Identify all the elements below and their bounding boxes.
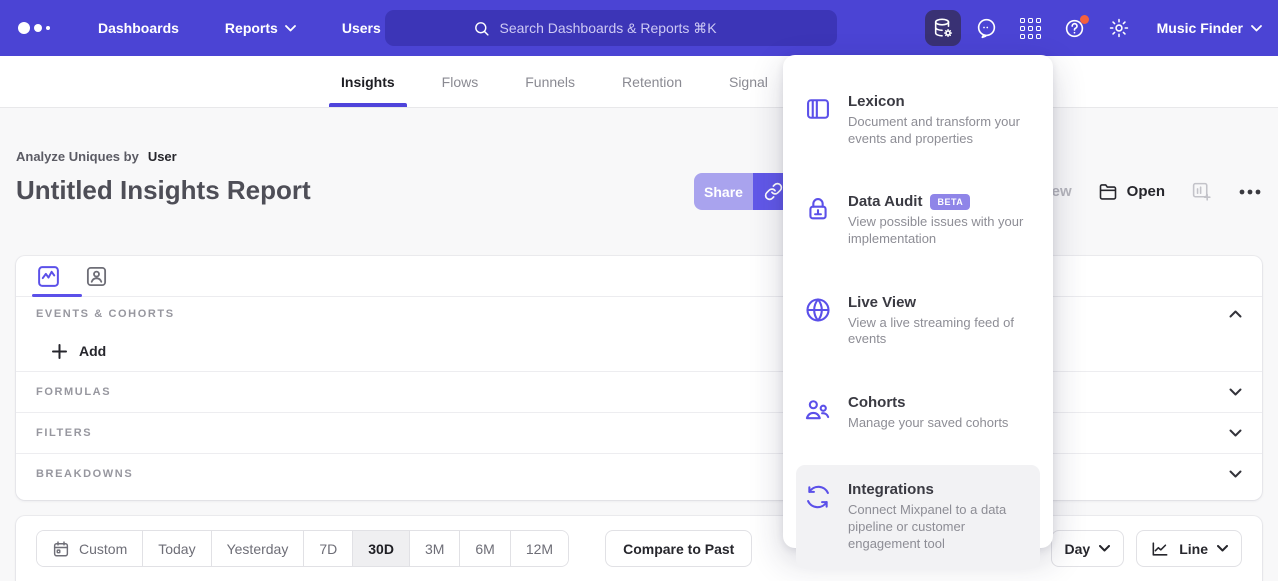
settings-gear-icon[interactable] (1101, 10, 1137, 46)
query-builder-card: EVENTS & COHORTS Add FORMULAS FILTERS BR… (16, 256, 1262, 500)
range-7d[interactable]: 7D (304, 531, 353, 566)
line-chart-icon (1150, 539, 1170, 559)
apps-grid-icon[interactable] (1013, 10, 1049, 46)
open-report-button[interactable]: Open (1098, 182, 1165, 202)
menu-item-cohorts[interactable]: Cohorts Manage your saved cohorts (783, 382, 1053, 444)
help-icon[interactable] (1057, 10, 1093, 46)
project-switcher[interactable]: Music Finder (1157, 20, 1262, 36)
range-30d[interactable]: 30D (353, 531, 410, 566)
share-split-button: Share (694, 173, 793, 210)
plus-icon (52, 344, 67, 359)
chart-type-selector[interactable]: Line (1136, 530, 1242, 567)
data-management-menu: Lexicon Document and transform your even… (783, 55, 1053, 548)
chevron-down-icon (1229, 388, 1242, 396)
feedback-icon[interactable] (969, 10, 1005, 46)
report-tabbar: Insights Flows Funnels Retention Signal … (0, 56, 1278, 108)
tab-signal[interactable]: Signal (729, 56, 768, 107)
navbar-right-group: Music Finder (925, 0, 1262, 56)
tab-flows[interactable]: Flows (442, 56, 479, 107)
report-actions: New Open (1041, 173, 1262, 210)
global-search[interactable] (385, 10, 837, 46)
share-button[interactable]: Share (694, 173, 753, 210)
report-subtitle: Analyze Uniques by User (16, 149, 177, 164)
beta-badge: BETA (930, 194, 970, 210)
nav-users[interactable]: Users (342, 20, 381, 36)
section-formulas[interactable]: FORMULAS (16, 371, 1262, 412)
chevron-down-icon (285, 25, 296, 32)
cohorts-icon (804, 394, 832, 432)
top-navbar: Dashboards Reports Users (0, 0, 1278, 56)
compare-to-past-button[interactable]: Compare to Past (605, 530, 752, 567)
analysis-entity-selector[interactable]: User (148, 149, 177, 164)
chevron-down-icon (1229, 470, 1242, 478)
range-yesterday[interactable]: Yesterday (212, 531, 305, 566)
chevron-down-icon (1229, 429, 1242, 437)
calendar-icon (52, 540, 70, 558)
subtitle-prefix: Analyze Uniques by (16, 149, 139, 164)
date-range-segmented-control: Custom Today Yesterday 7D 30D 3M 6M 12M (36, 530, 569, 567)
search-input[interactable] (500, 20, 750, 36)
link-icon (764, 182, 783, 201)
add-event-button[interactable]: Add (16, 331, 1262, 371)
data-management-icon[interactable] (925, 10, 961, 46)
section-breakdowns[interactable]: BREAKDOWNS (16, 453, 1262, 494)
chevron-down-icon (1217, 545, 1228, 552)
time-controls-card: Custom Today Yesterday 7D 30D 3M 6M 12M … (16, 516, 1262, 581)
section-events-cohorts[interactable]: EVENTS & COHORTS (16, 297, 1262, 331)
chevron-down-icon (1099, 545, 1110, 552)
menu-item-live-view[interactable]: Live View View a live streaming feed of … (783, 282, 1053, 360)
builder-tabs (16, 256, 1262, 297)
granularity-selector[interactable]: Day (1051, 530, 1125, 567)
menu-item-data-audit[interactable]: Data Audit BETA View possible issues wit… (783, 181, 1053, 259)
integrations-icon (804, 481, 832, 552)
range-3m[interactable]: 3M (410, 531, 460, 566)
more-options-icon[interactable] (1238, 188, 1262, 196)
mixpanel-logo[interactable] (18, 22, 50, 34)
nav-dashboards[interactable]: Dashboards (98, 20, 179, 36)
primary-nav: Dashboards Reports Users (98, 20, 381, 36)
chevron-down-icon (1251, 25, 1262, 32)
chevron-up-icon (1229, 310, 1242, 318)
active-tab-underline (32, 294, 82, 297)
section-filters[interactable]: FILTERS (16, 412, 1262, 453)
nav-reports[interactable]: Reports (225, 20, 296, 36)
folder-icon (1098, 182, 1118, 202)
range-today[interactable]: Today (143, 531, 211, 566)
tab-funnels[interactable]: Funnels (525, 56, 575, 107)
tab-retention[interactable]: Retention (622, 56, 682, 107)
notification-dot (1080, 15, 1089, 24)
live-view-icon (804, 294, 832, 348)
menu-item-lexicon[interactable]: Lexicon Document and transform your even… (783, 81, 1053, 159)
range-6m[interactable]: 6M (460, 531, 510, 566)
range-custom[interactable]: Custom (37, 531, 143, 566)
data-audit-icon (804, 193, 832, 247)
report-title[interactable]: Untitled Insights Report (16, 175, 311, 206)
range-12m[interactable]: 12M (511, 531, 568, 566)
menu-item-integrations[interactable]: Integrations Connect Mixpanel to a data … (796, 465, 1040, 568)
metrics-tab-icon[interactable] (36, 264, 61, 289)
lexicon-icon (804, 93, 832, 147)
add-to-dashboard-icon[interactable] (1191, 181, 1212, 202)
profiles-tab-icon[interactable] (84, 264, 109, 289)
tab-insights[interactable]: Insights (341, 56, 395, 107)
search-icon (473, 20, 490, 37)
